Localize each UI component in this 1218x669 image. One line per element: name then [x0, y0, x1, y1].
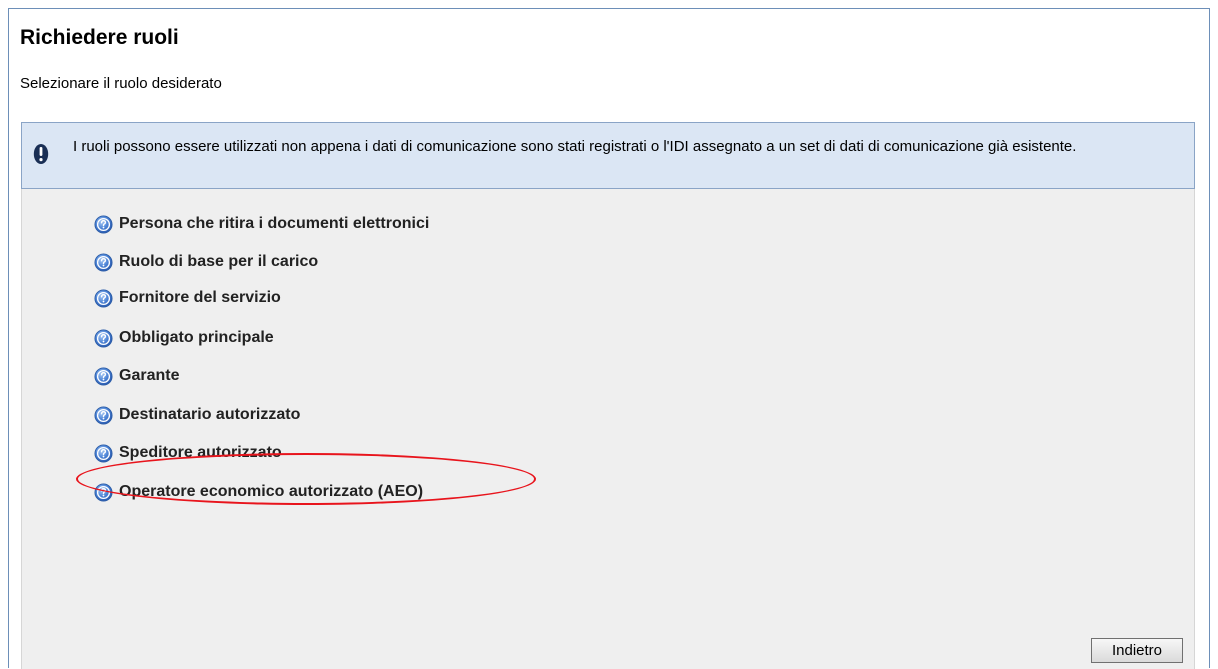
back-button[interactable]: Indietro [1091, 638, 1183, 663]
role-item-destinatario-autorizzato[interactable]: Destinatario autorizzato [94, 404, 300, 426]
role-item-fornitore-servizio[interactable]: Fornitore del servizio [94, 287, 281, 309]
help-icon[interactable] [94, 406, 113, 425]
help-icon[interactable] [94, 329, 113, 348]
role-item-garante[interactable]: Garante [94, 365, 179, 387]
info-message-text: I ruoli possono essere utilizzati non ap… [73, 138, 1077, 155]
role-label[interactable]: Obbligato principale [119, 329, 274, 347]
help-icon[interactable] [94, 289, 113, 308]
role-label[interactable]: Ruolo di base per il carico [119, 253, 318, 271]
role-label[interactable]: Operatore economico autorizzato (AEO) [119, 483, 423, 501]
role-request-panel: Richiedere ruoli Selezionare il ruolo de… [8, 8, 1210, 669]
role-item-persona-documenti[interactable]: Persona che ritira i documenti elettroni… [94, 213, 429, 235]
help-icon[interactable] [94, 483, 113, 502]
role-label[interactable]: Persona che ritira i documenti elettroni… [119, 215, 429, 233]
page-subtitle: Selezionare il ruolo desiderato [20, 75, 222, 92]
help-icon[interactable] [94, 253, 113, 272]
role-item-operatore-aeo[interactable]: Operatore economico autorizzato (AEO) [94, 481, 423, 503]
role-selection-area: Persona che ritira i documenti elettroni… [21, 189, 1195, 669]
help-icon[interactable] [94, 215, 113, 234]
role-item-obbligato-principale[interactable]: Obbligato principale [94, 327, 274, 349]
exclamation-info-icon [33, 144, 49, 164]
role-label[interactable]: Fornitore del servizio [119, 289, 281, 307]
help-icon[interactable] [94, 367, 113, 386]
page-title: Richiedere ruoli [20, 26, 179, 49]
info-message-box: I ruoli possono essere utilizzati non ap… [21, 122, 1195, 189]
help-icon[interactable] [94, 444, 113, 463]
role-item-speditore-autorizzato[interactable]: Speditore autorizzato [94, 442, 282, 464]
role-label[interactable]: Speditore autorizzato [119, 444, 282, 462]
role-item-ruolo-base-carico[interactable]: Ruolo di base per il carico [94, 251, 318, 273]
role-label[interactable]: Destinatario autorizzato [119, 406, 300, 424]
role-label[interactable]: Garante [119, 367, 179, 385]
